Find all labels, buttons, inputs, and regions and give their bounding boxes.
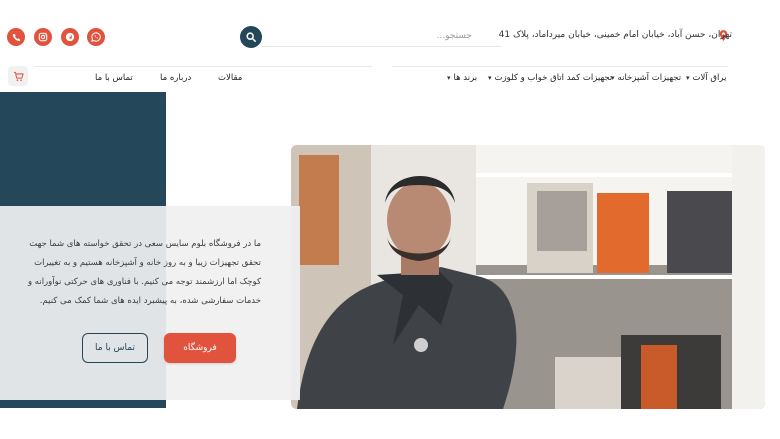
man-in-showroom-image xyxy=(291,145,765,409)
telegram-icon xyxy=(65,32,75,42)
nav-item-label: تماس با ما xyxy=(95,73,133,83)
nav-item-hardware[interactable]: یراق آلات▾ xyxy=(686,73,726,87)
search-input[interactable] xyxy=(262,26,502,47)
nav-item-label: برند ها xyxy=(453,73,478,83)
nav-item-kitchen-equipment[interactable]: تجهیزات آشپزخانه▾ xyxy=(611,73,681,87)
phone-icon xyxy=(12,33,20,41)
nav-item-brands[interactable]: برند ها▾ xyxy=(447,73,477,87)
cart-button[interactable] xyxy=(8,66,28,86)
nav-item-about[interactable]: درباره ما xyxy=(160,73,191,87)
header-divider-right xyxy=(392,66,728,67)
header-divider-left xyxy=(34,66,372,67)
chevron-down-icon: ▾ xyxy=(488,74,492,82)
hero-description: ما در فروشگاه بلوم سایس سعی در تحقق خواس… xyxy=(27,239,261,306)
nav-item-label: تجهیزات کمد اتاق خواب و کلوزت xyxy=(494,73,613,83)
nav-item-label: مقالات xyxy=(218,73,243,83)
nav-item-closet-equipment[interactable]: تجهیزات کمد اتاق خواب و کلوزت▾ xyxy=(488,73,612,87)
chevron-down-icon: ▾ xyxy=(611,74,615,82)
instagram-icon xyxy=(38,32,48,42)
top-bar: تهران، حسن آباد، خیابان امام خمینی، خیاب… xyxy=(0,0,780,60)
nav-item-contact[interactable]: تماس با ما xyxy=(95,73,133,87)
contact-button[interactable]: تماس با ما xyxy=(82,333,148,363)
cart-icon xyxy=(13,71,24,81)
nav-item-label: یراق آلات xyxy=(692,73,727,83)
telegram-button[interactable] xyxy=(61,28,79,46)
whatsapp-icon xyxy=(91,32,101,42)
chevron-down-icon: ▾ xyxy=(447,74,451,82)
whatsapp-button[interactable] xyxy=(87,28,105,46)
nav-item-label: درباره ما xyxy=(160,73,192,83)
search-button[interactable] xyxy=(240,26,262,48)
nav-item-articles[interactable]: مقالات xyxy=(218,73,242,87)
store-address: تهران، حسن آباد، خیابان امام خمینی، خیاب… xyxy=(498,30,732,40)
hero-photo xyxy=(291,145,765,409)
nav-item-label: تجهیزات آشپزخانه xyxy=(617,73,682,83)
chevron-down-icon: ▾ xyxy=(686,74,690,82)
search-icon xyxy=(246,32,256,42)
shop-button[interactable]: فروشگاه xyxy=(164,333,236,363)
instagram-button[interactable] xyxy=(34,28,52,46)
search-box xyxy=(240,26,502,48)
phone-button[interactable] xyxy=(7,28,25,46)
